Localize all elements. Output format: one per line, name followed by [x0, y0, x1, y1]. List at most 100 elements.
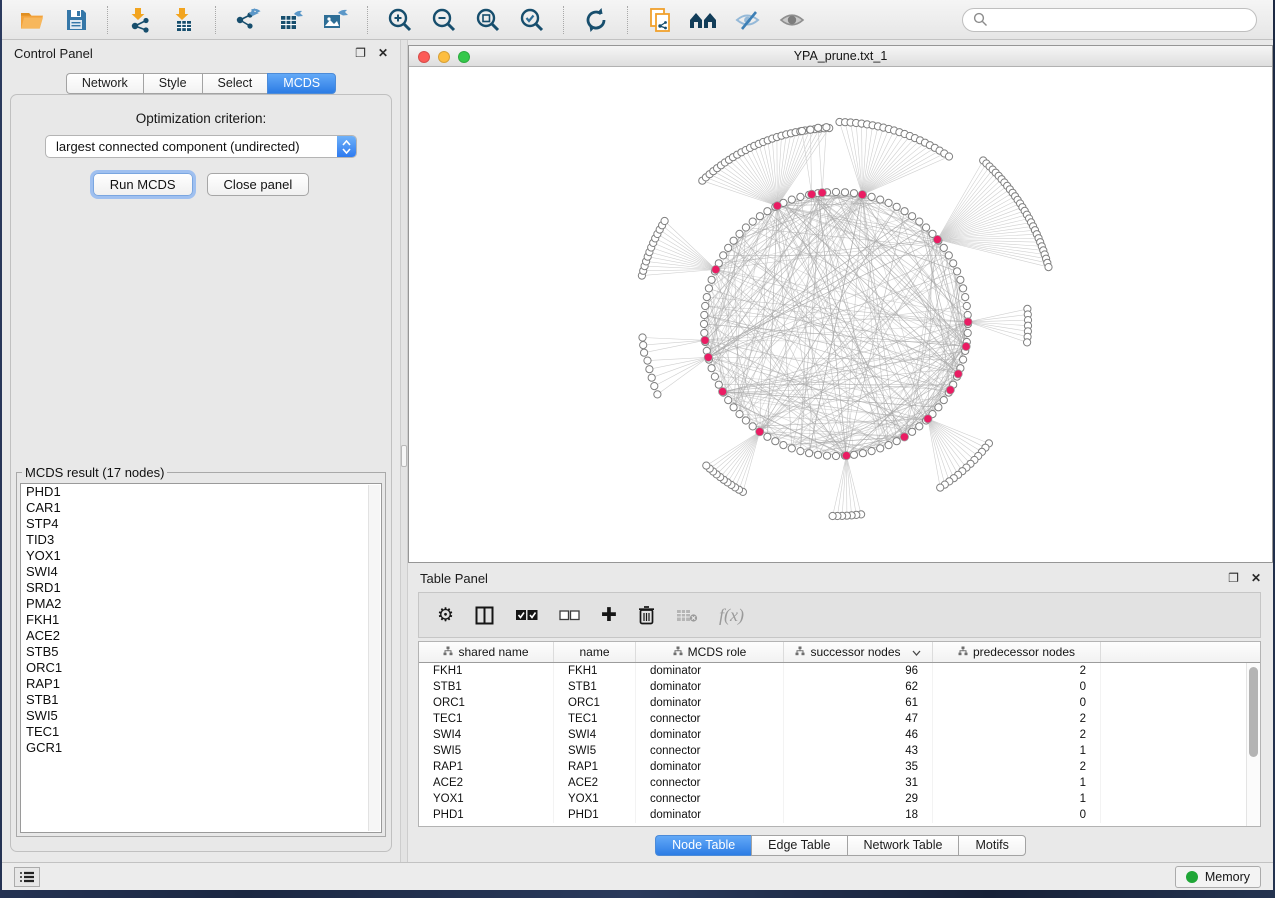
table-row[interactable]: FKH1FKH1dominator962 — [419, 663, 1260, 679]
float-table-panel-icon[interactable]: ❐ — [1228, 572, 1239, 584]
main-toolbar — [2, 0, 1273, 40]
column-header-label: MCDS role — [688, 645, 747, 659]
close-table-panel-icon[interactable]: ✕ — [1251, 572, 1261, 584]
export-image-icon[interactable] — [316, 4, 356, 36]
select-all-icon[interactable] — [515, 603, 538, 627]
zoom-out-icon[interactable] — [424, 4, 464, 36]
table-scrollbar[interactable] — [1246, 663, 1260, 826]
export-table-icon[interactable] — [272, 4, 312, 36]
memory-button[interactable]: Memory — [1175, 866, 1261, 888]
zoom-in-icon[interactable] — [380, 4, 420, 36]
list-item[interactable]: STP4 — [21, 516, 381, 532]
list-item[interactable]: YOX1 — [21, 548, 381, 564]
zoom-light-icon[interactable] — [458, 51, 470, 63]
list-item[interactable]: SWI5 — [21, 708, 381, 724]
first-neighbors-icon[interactable] — [684, 4, 724, 36]
tab-network-table[interactable]: Network Table — [847, 835, 959, 856]
table-scrollbar-thumb[interactable] — [1249, 667, 1258, 757]
table-row[interactable]: STB1STB1dominator620 — [419, 679, 1260, 695]
close-panel-icon[interactable]: ✕ — [378, 47, 388, 59]
table-cell: ORC1 — [419, 695, 554, 711]
list-item[interactable]: SWI4 — [21, 564, 381, 580]
list-item[interactable]: CAR1 — [21, 500, 381, 516]
table-cell: dominator — [636, 759, 784, 775]
close-light-icon[interactable] — [418, 51, 430, 63]
import-network-icon[interactable] — [120, 4, 160, 36]
show-columns-icon[interactable] — [475, 603, 494, 627]
list-item[interactable]: SRD1 — [21, 580, 381, 596]
table-cell: TEC1 — [419, 711, 554, 727]
table-cell: 62 — [784, 679, 933, 695]
mcds-list-scrollbar[interactable] — [368, 485, 380, 831]
table-row[interactable]: RAP1RAP1dominator352 — [419, 759, 1260, 775]
search-input[interactable] — [995, 11, 1246, 28]
criterion-select[interactable]: largest connected component (undirected) — [45, 135, 357, 158]
table-row[interactable]: TEC1TEC1connector472 — [419, 711, 1260, 727]
list-item[interactable]: TEC1 — [21, 724, 381, 740]
column-header-shared-name[interactable]: shared name — [419, 642, 554, 662]
table-cell: 0 — [933, 679, 1101, 695]
table-cell: YOX1 — [554, 791, 636, 807]
table-row[interactable]: YOX1YOX1connector291 — [419, 791, 1260, 807]
list-item[interactable]: FKH1 — [21, 612, 381, 628]
clone-network-icon[interactable] — [640, 4, 680, 36]
hide-selected-icon[interactable] — [728, 4, 768, 36]
column-header-successor-nodes[interactable]: successor nodes — [784, 642, 933, 662]
list-item[interactable]: ACE2 — [21, 628, 381, 644]
zoom-fit-icon[interactable] — [468, 4, 508, 36]
table-cell: 46 — [784, 727, 933, 743]
network-canvas[interactable] — [409, 68, 1272, 562]
table-cell: 29 — [784, 791, 933, 807]
export-network-icon[interactable] — [228, 4, 268, 36]
import-table-icon[interactable] — [164, 4, 204, 36]
show-panels-list-icon[interactable] — [14, 867, 40, 887]
tab-edge-table[interactable]: Edge Table — [751, 835, 846, 856]
deselect-all-icon[interactable] — [559, 603, 580, 627]
list-item[interactable]: PMA2 — [21, 596, 381, 612]
save-session-icon[interactable] — [56, 4, 96, 36]
column-header-MCDS-role[interactable]: MCDS role — [636, 642, 784, 662]
refresh-icon[interactable] — [576, 4, 616, 36]
table-row[interactable]: ORC1ORC1dominator610 — [419, 695, 1260, 711]
table-row[interactable]: ACE2ACE2connector311 — [419, 775, 1260, 791]
tab-style[interactable]: Style — [143, 73, 202, 94]
tab-mcds[interactable]: MCDS — [267, 73, 336, 94]
table-row[interactable]: SWI4SWI4dominator462 — [419, 727, 1260, 743]
vertical-splitter[interactable] — [400, 40, 408, 862]
table-row[interactable]: PHD1PHD1dominator180 — [419, 807, 1260, 823]
tab-node-table[interactable]: Node Table — [655, 835, 751, 856]
close-panel-button[interactable]: Close panel — [207, 173, 310, 196]
tab-select[interactable]: Select — [202, 73, 268, 94]
column-header-label: shared name — [458, 645, 528, 659]
table-tabs: Node TableEdge TableNetwork TableMotifs — [408, 835, 1273, 856]
splitter-handle-icon[interactable] — [401, 445, 407, 467]
add-column-plus-icon[interactable]: ✚ — [601, 603, 617, 627]
control-panel-header: Control Panel ❐ ✕ — [2, 40, 400, 66]
table-row[interactable]: SWI5SWI5connector431 — [419, 743, 1260, 759]
list-item[interactable]: TID3 — [21, 532, 381, 548]
list-item[interactable]: PHD1 — [21, 484, 381, 500]
delete-rows-trash-icon[interactable] — [638, 603, 655, 627]
minimize-light-icon[interactable] — [438, 51, 450, 63]
tab-motifs[interactable]: Motifs — [958, 835, 1025, 856]
list-item[interactable]: STB1 — [21, 692, 381, 708]
tab-network[interactable]: Network — [66, 73, 143, 94]
table-cell: dominator — [636, 679, 784, 695]
list-item[interactable]: RAP1 — [21, 676, 381, 692]
column-header-predecessor-nodes[interactable]: predecessor nodes — [933, 642, 1101, 662]
search-icon — [973, 12, 988, 27]
zoom-selected-icon[interactable] — [512, 4, 552, 36]
table-cell: 1 — [933, 743, 1101, 759]
list-item[interactable]: STB5 — [21, 644, 381, 660]
list-item[interactable]: ORC1 — [21, 660, 381, 676]
column-header-name[interactable]: name — [554, 642, 636, 662]
control-panel-tabs: NetworkStyleSelectMCDS — [2, 73, 400, 94]
table-cell: RAP1 — [419, 759, 554, 775]
list-item[interactable]: GCR1 — [21, 740, 381, 756]
table-settings-gear-icon[interactable]: ⚙ — [437, 603, 454, 627]
run-mcds-button[interactable]: Run MCDS — [93, 173, 193, 196]
show-all-icon[interactable] — [772, 4, 812, 36]
float-panel-icon[interactable]: ❐ — [355, 47, 366, 59]
open-session-icon[interactable] — [12, 4, 52, 36]
toolbar-separator — [215, 6, 217, 34]
